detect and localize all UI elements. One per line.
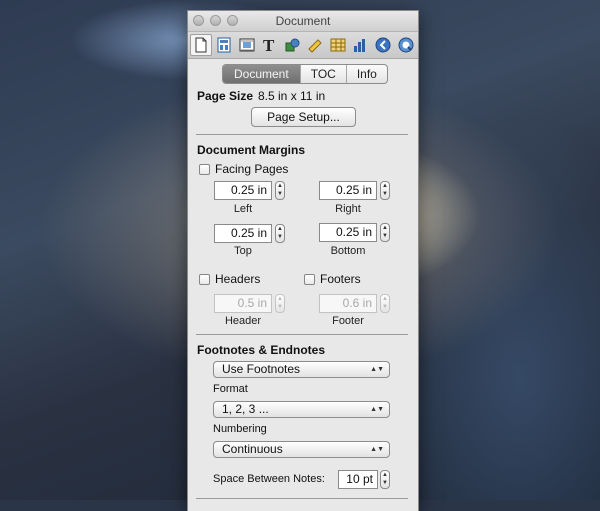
footnote-mode-popup[interactable]: Use Footnotes ▲▼ [213, 361, 390, 378]
format-label: Format [213, 383, 248, 395]
right-margin-label: Right [335, 203, 361, 215]
footer-margin-stepper[interactable]: ▲ ▼ [380, 294, 390, 313]
section-divider [196, 334, 408, 335]
numbering-label: Numbering [213, 423, 267, 435]
space-between-notes-field[interactable]: 10 pt [338, 470, 378, 489]
page-setup-button[interactable]: Page Setup... [251, 107, 356, 127]
right-margin-stepper[interactable]: ▲ ▼ [380, 181, 390, 200]
quicktime-icon [398, 37, 414, 53]
section-divider [196, 134, 408, 135]
left-margin-field[interactable]: 0.25 in [214, 181, 272, 200]
layout-inspector-button[interactable] [213, 34, 235, 56]
section-divider [196, 498, 408, 499]
link-icon [375, 37, 391, 53]
chevron-updown-icon: ▲▼ [370, 446, 384, 453]
headers-label: Headers [215, 272, 261, 286]
graphic-inspector-button[interactable] [281, 34, 303, 56]
link-inspector-button[interactable] [372, 34, 394, 56]
window-title: Document [275, 14, 331, 28]
document-icon [195, 37, 207, 53]
inspector-tabs: Document TOC Info [222, 64, 388, 84]
tab-info[interactable]: Info [345, 65, 387, 83]
facing-pages-checkbox[interactable] [199, 164, 210, 175]
text-inspector-button[interactable]: T [258, 34, 280, 56]
page-size-label: Page Size [197, 89, 254, 103]
header-margin-label: Header [224, 315, 262, 327]
quicktime-inspector-button[interactable] [395, 34, 417, 56]
page-size-value: 8.5 in x 11 in [258, 89, 326, 103]
footnotes-heading: Footnotes & Endnotes [197, 343, 325, 357]
table-inspector-button[interactable] [327, 34, 349, 56]
chevron-updown-icon: ▲▼ [370, 366, 384, 373]
bottom-margin-field[interactable]: 0.25 in [319, 223, 377, 242]
footnote-mode-value: Use Footnotes [222, 362, 301, 376]
inspector-toolbar: T [188, 32, 418, 59]
document-inspector-button[interactable] [190, 34, 212, 56]
document-inspector-window: Document T Document TOC Info Page Size 8… [187, 10, 419, 511]
right-margin-field[interactable]: 0.25 in [319, 181, 377, 200]
footers-checkbox[interactable] [304, 274, 315, 285]
left-margin-label: Left [233, 203, 253, 215]
footers-label: Footers [320, 272, 361, 286]
layout-icon [217, 37, 231, 53]
bottom-margin-stepper[interactable]: ▲ ▼ [380, 223, 390, 242]
graphic-icon [285, 38, 300, 52]
left-margin-stepper[interactable]: ▲ ▼ [275, 181, 285, 200]
footer-margin-label: Footer [332, 315, 364, 327]
text-icon: T [263, 37, 275, 53]
metrics-inspector-button[interactable] [304, 34, 326, 56]
headers-checkbox[interactable] [199, 274, 210, 285]
ruler-icon [308, 39, 322, 53]
table-icon [330, 38, 346, 52]
format-value: 1, 2, 3 ... [222, 402, 269, 416]
tab-document[interactable]: Document [223, 65, 300, 83]
chart-icon [354, 39, 366, 52]
header-margin-stepper[interactable]: ▲ ▼ [275, 294, 285, 313]
top-margin-stepper[interactable]: ▲ ▼ [275, 224, 285, 243]
bottom-margin-label: Bottom [330, 245, 366, 257]
facing-pages-label: Facing Pages [215, 162, 289, 176]
space-between-notes-stepper[interactable]: ▲ ▼ [380, 470, 390, 489]
header-margin-field[interactable]: 0.5 in [214, 294, 272, 313]
space-between-notes-label: Space Between Notes: [213, 473, 325, 485]
footer-margin-field[interactable]: 0.6 in [319, 294, 377, 313]
top-margin-label: Top [234, 245, 252, 257]
svg-text:T: T [263, 37, 275, 53]
numbering-popup[interactable]: Continuous ▲▼ [213, 441, 390, 458]
title-bar[interactable]: Document [188, 11, 418, 32]
top-margin-field[interactable]: 0.25 in [214, 224, 272, 243]
chevron-updown-icon: ▲▼ [370, 406, 384, 413]
format-popup[interactable]: 1, 2, 3 ... ▲▼ [213, 401, 390, 418]
wrap-icon [239, 38, 254, 52]
chart-inspector-button[interactable] [350, 34, 372, 56]
numbering-value: Continuous [222, 442, 283, 456]
document-margins-heading: Document Margins [197, 143, 306, 157]
tab-toc[interactable]: TOC [299, 65, 346, 83]
wrap-inspector-button[interactable] [236, 34, 258, 56]
